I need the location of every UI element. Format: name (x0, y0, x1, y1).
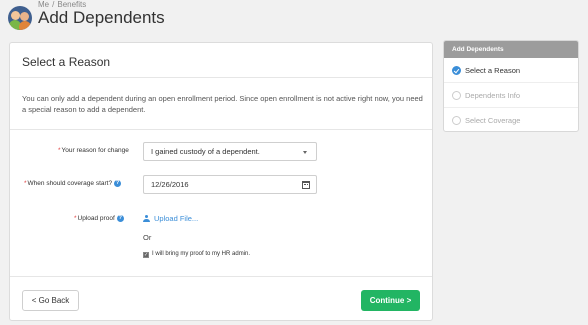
step-label: Dependents Info (465, 91, 521, 100)
step-pending-icon (452, 91, 461, 100)
info-text: You can only add a dependent during an o… (22, 94, 423, 114)
proof-label: *Upload proof? (74, 215, 124, 222)
checkbox-label: I will bring my proof to my HR admin. (152, 251, 251, 257)
divider (10, 77, 432, 78)
or-text: Or (143, 233, 152, 242)
reason-label-text: Your reason for change (61, 147, 129, 154)
step-complete-icon (452, 66, 461, 75)
chevron-down-icon (303, 151, 307, 154)
bring-proof-checkbox[interactable]: ✓ I will bring my proof to my HR admin. (143, 251, 250, 258)
calendar-icon[interactable] (302, 181, 310, 189)
page-header: Me / Benefits Add Dependents (8, 0, 308, 34)
reason-select-value: I gained custody of a dependent. (151, 147, 260, 156)
reason-label: *Your reason for change (58, 147, 129, 154)
divider (10, 276, 432, 277)
steps-header: Add Dependents (444, 41, 578, 58)
page-title: Add Dependents (38, 8, 165, 27)
required-mark: * (58, 147, 61, 154)
step-dependents-info[interactable]: Dependents Info (444, 83, 578, 108)
select-reason-card: Select a Reason You can only add a depen… (9, 42, 433, 321)
required-mark: * (24, 180, 27, 188)
step-select-reason[interactable]: Select a Reason (444, 58, 578, 83)
steps-panel: Add Dependents Select a Reason Dependent… (443, 40, 579, 132)
card-title: Select a Reason (22, 55, 111, 69)
coverage-label-text: When should coverage start? (27, 180, 113, 188)
step-pending-icon (452, 116, 461, 125)
required-mark: * (74, 215, 77, 223)
coverage-date-input[interactable]: 12/26/2016 (143, 175, 317, 194)
help-icon[interactable]: ? (114, 180, 122, 187)
avatar (8, 6, 32, 30)
step-label: Select Coverage (465, 116, 521, 125)
step-select-coverage[interactable]: Select Coverage (444, 108, 578, 131)
proof-label-text: Upload proof (77, 215, 115, 223)
divider (10, 129, 432, 130)
coverage-label: *When should coverage start?? (24, 180, 122, 188)
coverage-date-value: 12/26/2016 (151, 180, 189, 189)
step-label: Select a Reason (465, 66, 521, 75)
help-icon[interactable]: ? (116, 215, 124, 222)
reason-select[interactable]: I gained custody of a dependent. (143, 142, 317, 161)
continue-button[interactable]: Continue > (361, 290, 420, 311)
upload-file-link[interactable]: Upload File... (143, 214, 198, 223)
go-back-button[interactable]: < Go Back (22, 290, 79, 311)
checkbox-checked-icon[interactable]: ✓ (143, 252, 149, 258)
upload-file-label: Upload File... (154, 214, 199, 223)
user-upload-icon (143, 215, 150, 222)
